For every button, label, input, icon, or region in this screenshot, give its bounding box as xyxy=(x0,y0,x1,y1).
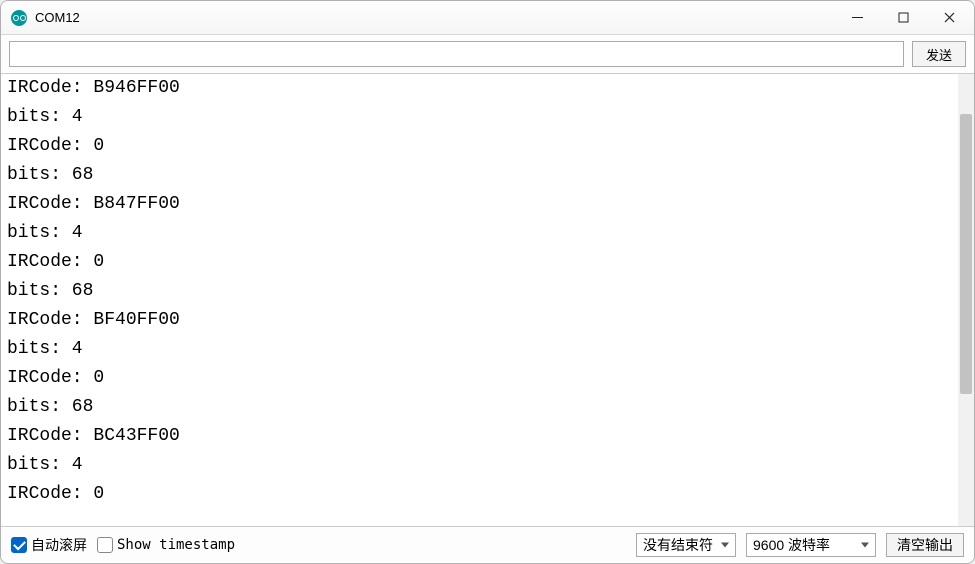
baud-rate-value: 9600 波特率 xyxy=(753,535,830,555)
checkbox-icon xyxy=(11,537,27,553)
serial-output[interactable]: IRCode: B946FF00 bits: 4 IRCode: 0 bits:… xyxy=(1,74,974,526)
timestamp-label: Show timestamp xyxy=(117,537,235,553)
minimize-button[interactable] xyxy=(834,2,880,34)
console-area: IRCode: B946FF00 bits: 4 IRCode: 0 bits:… xyxy=(1,74,974,527)
window-title: COM12 xyxy=(35,10,80,25)
autoscroll-checkbox[interactable]: 自动滚屏 xyxy=(11,535,87,555)
titlebar: COM12 xyxy=(1,1,974,35)
arduino-icon xyxy=(11,10,27,26)
serial-monitor-window: COM12 发送 IRCode: B946FF00 bits: 4 IRCode… xyxy=(0,0,975,564)
checkbox-icon xyxy=(97,537,113,553)
scrollbar[interactable] xyxy=(958,74,974,526)
line-ending-value: 没有结束符 xyxy=(643,535,713,555)
timestamp-checkbox[interactable]: Show timestamp xyxy=(97,537,235,553)
clear-output-button[interactable]: 清空输出 xyxy=(886,533,964,557)
window-controls xyxy=(834,2,972,34)
scrollbar-thumb[interactable] xyxy=(960,114,972,394)
autoscroll-label: 自动滚屏 xyxy=(31,535,87,555)
close-button[interactable] xyxy=(926,2,972,34)
line-ending-select[interactable]: 没有结束符 xyxy=(636,533,736,557)
serial-input[interactable] xyxy=(9,41,904,67)
statusbar: 自动滚屏 Show timestamp 没有结束符 9600 波特率 清空输出 xyxy=(1,527,974,563)
maximize-button[interactable] xyxy=(880,2,926,34)
send-button[interactable]: 发送 xyxy=(912,41,966,67)
baud-rate-select[interactable]: 9600 波特率 xyxy=(746,533,876,557)
send-toolbar: 发送 xyxy=(1,35,974,74)
